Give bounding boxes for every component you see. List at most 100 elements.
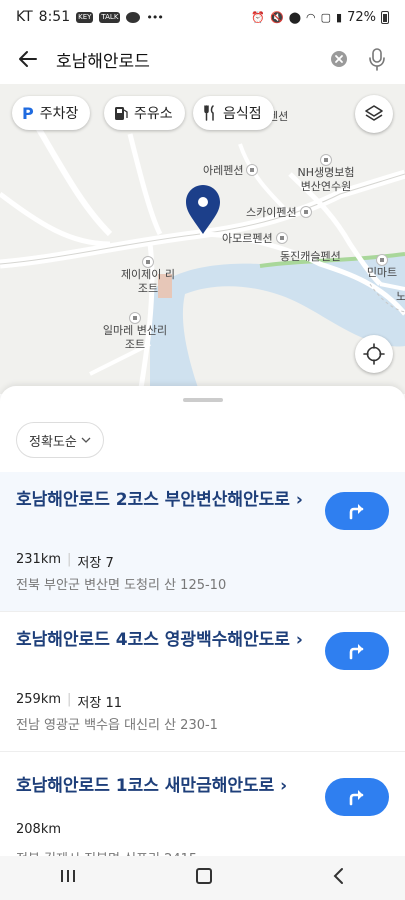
chevron-down-icon	[81, 437, 91, 443]
building-icon	[320, 154, 332, 166]
directions-button[interactable]	[325, 492, 389, 530]
poi-nh-insurance[interactable]: NH생명보험 변산연수원	[292, 154, 360, 194]
talk-notification-icon: TALK	[99, 11, 121, 23]
pension-icon	[142, 256, 154, 268]
result-saves: 저장 7	[77, 556, 114, 571]
poi-amor-pension[interactable]: 아모르펜션	[222, 230, 288, 246]
sheet-drag-handle[interactable]	[183, 398, 223, 402]
pension-icon	[129, 312, 141, 324]
filter-chip-restaurant[interactable]: 음식점	[193, 96, 274, 130]
result-distance: 259km	[16, 692, 62, 707]
system-navigation-bar	[0, 856, 405, 900]
status-bar: KT 8:51 KEY TALK ••• ⏰ 🔇 ⬤ ◠ ▢ ▮ 72%	[0, 0, 405, 34]
parking-icon: P	[22, 103, 34, 123]
current-location-button[interactable]	[355, 335, 393, 373]
poi-label: 일마레 변산리조트	[102, 324, 168, 351]
mute-icon: 🔇	[270, 10, 284, 24]
poi-label: 민마트	[366, 266, 398, 279]
poi-label: 스카이펜션	[246, 206, 297, 219]
close-icon	[331, 51, 347, 67]
pension-icon	[246, 164, 259, 176]
poi-label: 제이제이 리조트	[120, 268, 176, 295]
chip-label: 주차장	[39, 106, 79, 122]
directions-button[interactable]	[325, 632, 389, 670]
gas-station-icon	[115, 107, 128, 120]
meta-divider: |	[67, 692, 72, 707]
search-header: 호남해안로드	[0, 34, 405, 84]
filter-chip-gas-station[interactable]: 주유소	[104, 96, 185, 130]
result-distance: 231km	[16, 552, 62, 567]
poi-label: 아모르펜션	[222, 232, 273, 245]
poi-sky-pension[interactable]: 스카이펜션	[246, 204, 312, 220]
restaurant-icon	[204, 105, 214, 121]
result-saves: 저장 11	[77, 696, 123, 711]
search-query-text: 호남해안로드	[56, 51, 150, 72]
key-notification-icon: KEY	[76, 11, 94, 23]
wifi-icon: ◠	[306, 10, 316, 24]
directions-button[interactable]	[325, 778, 389, 816]
result-title[interactable]: 호남해안로드 2코스 부안변산해안도로 ›	[16, 488, 311, 514]
result-address: 전북 김제시 진봉면 심포리 2415	[16, 848, 197, 856]
result-address: 전남 영광군 백수읍 대신리 산 230-1	[16, 718, 218, 733]
result-address: 전북 부안군 변산면 도청리 산 125-10	[16, 578, 227, 593]
back-button[interactable]	[0, 34, 56, 84]
recent-apps-button[interactable]	[59, 868, 77, 888]
back-arrow-icon	[19, 51, 37, 67]
poi-jj-resort[interactable]: 제이제이 리조트	[118, 256, 178, 296]
results-list: 호남해안로드 2코스 부안변산해안도로 › 231km | 저장 7 전북 부안…	[0, 472, 405, 856]
results-sheet: 정확도순 호남해안로드 2코스 부안변산해안도로 › 231km | 저장 7 …	[0, 386, 405, 856]
poi-label: 노	[396, 290, 405, 303]
poi-partial-no[interactable]: 노	[396, 288, 405, 304]
home-button[interactable]	[195, 867, 213, 889]
chip-label: 음식점	[223, 106, 262, 122]
poi-label: 아레펜션	[203, 164, 244, 177]
more-notifications-icon: •••	[146, 10, 163, 24]
voice-search-button[interactable]	[357, 34, 397, 84]
directions-arrow-icon	[349, 504, 364, 520]
battery-percent: 72%	[347, 9, 376, 25]
result-item[interactable]: 호남해안로드 4코스 영광백수해안도로 › 259km | 저장 11 전남 영…	[0, 612, 405, 752]
pension-icon	[299, 206, 312, 218]
location-icon: ⬤	[288, 10, 302, 24]
search-input[interactable]: 호남해안로드	[56, 34, 321, 84]
clock: 8:51	[38, 9, 71, 25]
result-title[interactable]: 호남해안로드 4코스 영광백수해안도로 ›	[16, 628, 311, 654]
result-item[interactable]: 호남해안로드 1코스 새만금해안도로 › 208km 전북 김제시 진봉면 심포…	[0, 752, 405, 856]
result-meta: 259km | 저장 11	[16, 692, 122, 711]
poi-dongjin-castle[interactable]: 동진캐슬펜션	[280, 248, 341, 264]
home-icon	[196, 868, 213, 884]
result-title[interactable]: 호남해안로드 1코스 새만금해안도로 ›	[16, 774, 311, 800]
chevron-left-icon	[333, 868, 343, 884]
hd-icon: ▢	[320, 10, 332, 24]
system-back-button[interactable]	[332, 867, 346, 889]
sort-label: 정확도순	[29, 434, 77, 450]
poi-label: 동진캐슬펜션	[280, 250, 341, 263]
meta-divider: |	[67, 552, 72, 567]
result-distance: 208km	[16, 822, 62, 837]
poi-are-pension[interactable]: 아레펜션	[203, 162, 259, 178]
shopping-cart-icon	[376, 254, 388, 266]
map-layers-button[interactable]	[355, 95, 393, 133]
poi-min-mart[interactable]: 민마트	[362, 254, 402, 280]
clear-search-button[interactable]	[321, 34, 357, 84]
carrier-label: KT	[16, 9, 33, 25]
result-meta: 231km | 저장 7	[16, 552, 114, 571]
signal-icon: ▮	[336, 10, 343, 24]
map-base	[0, 84, 405, 394]
filter-chip-parking[interactable]: P 주차장	[12, 96, 91, 130]
crosshair-icon	[363, 343, 385, 365]
poi-ilmare-resort[interactable]: 일마레 변산리조트	[100, 312, 170, 352]
sort-dropdown[interactable]: 정확도순	[16, 422, 104, 458]
chip-label: 주유소	[134, 106, 173, 122]
layers-icon	[365, 105, 383, 121]
directions-arrow-icon	[349, 644, 364, 660]
recent-apps-icon	[61, 870, 76, 882]
pension-icon	[275, 232, 288, 244]
result-item[interactable]: 호남해안로드 2코스 부안변산해안도로 › 231km | 저장 7 전북 부안…	[0, 472, 405, 612]
map-view[interactable]: 펜션 바 아레펜션 NH생명보험 변산연수원 스카이펜션 아모르펜션 동진캐슬펜…	[0, 84, 405, 394]
chat-bubble-icon	[126, 11, 141, 23]
directions-arrow-icon	[349, 790, 364, 806]
alarm-icon: ⏰	[251, 10, 265, 24]
result-meta: 208km	[16, 822, 61, 837]
poi-label: NH생명보험 변산연수원	[297, 166, 355, 193]
